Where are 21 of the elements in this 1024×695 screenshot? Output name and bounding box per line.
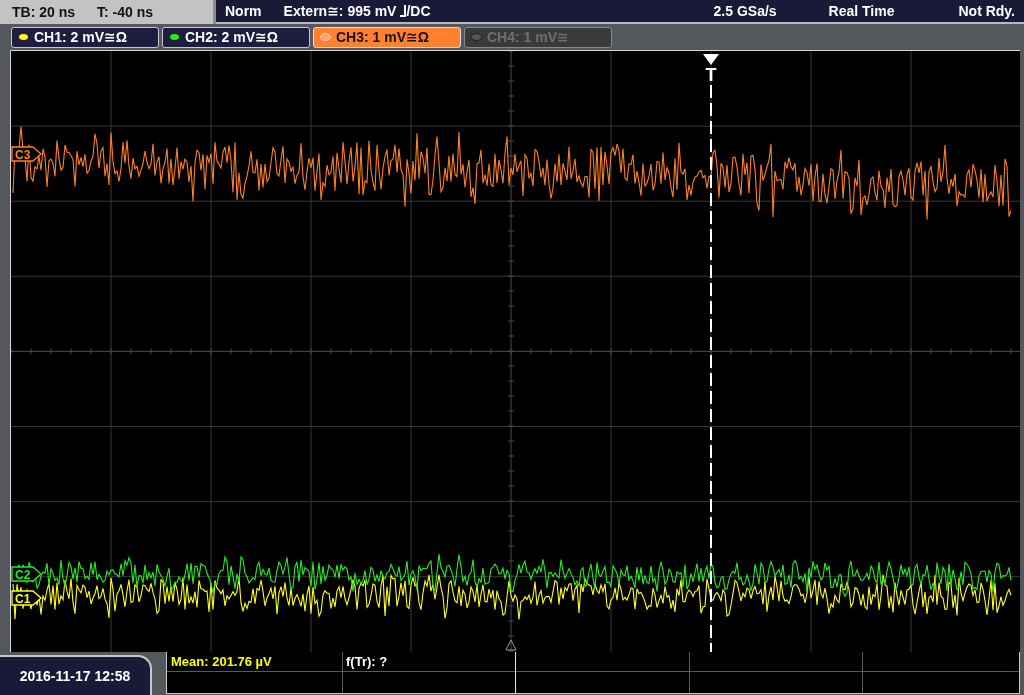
channel-tab[interactable]: CH1: 2 mV≅Ω [11,26,159,48]
channel-tab[interactable]: CH3: 1 mV≅Ω [313,26,461,48]
trigger-source-readout: Extern≅: 995 mV [283,1,397,21]
channel-marker[interactable]: C1 [11,590,42,606]
datetime-display: 2016-11-17 12:58 [0,655,152,695]
trigger-offset-readout: T: -40 ns [97,2,154,22]
channel-tab[interactable]: CH2: 2 mV≅Ω [162,26,310,48]
acquisition-mode-readout: Real Time [828,1,895,21]
acquisition-state-readout: Not Rdy. [958,1,1015,21]
trigger-label: T [705,65,717,85]
trigger-coupling-readout: /DC [406,1,431,21]
measurement-readout: f(Tr): ? [345,652,389,671]
channel-marker[interactable]: C3 [11,146,42,162]
channel-marker[interactable]: C2 [11,566,42,582]
trigger-mode-readout: Norm [225,1,262,21]
slope-icon [400,5,407,17]
timebase-readout: TB: 20 ns [12,2,75,22]
sample-rate-readout: 2.5 GSa/s [713,1,777,21]
measurement-readout: Mean: 201.76 µV [170,652,273,671]
reference-marker-icon [505,639,517,651]
trigger-position-icon [703,54,719,65]
